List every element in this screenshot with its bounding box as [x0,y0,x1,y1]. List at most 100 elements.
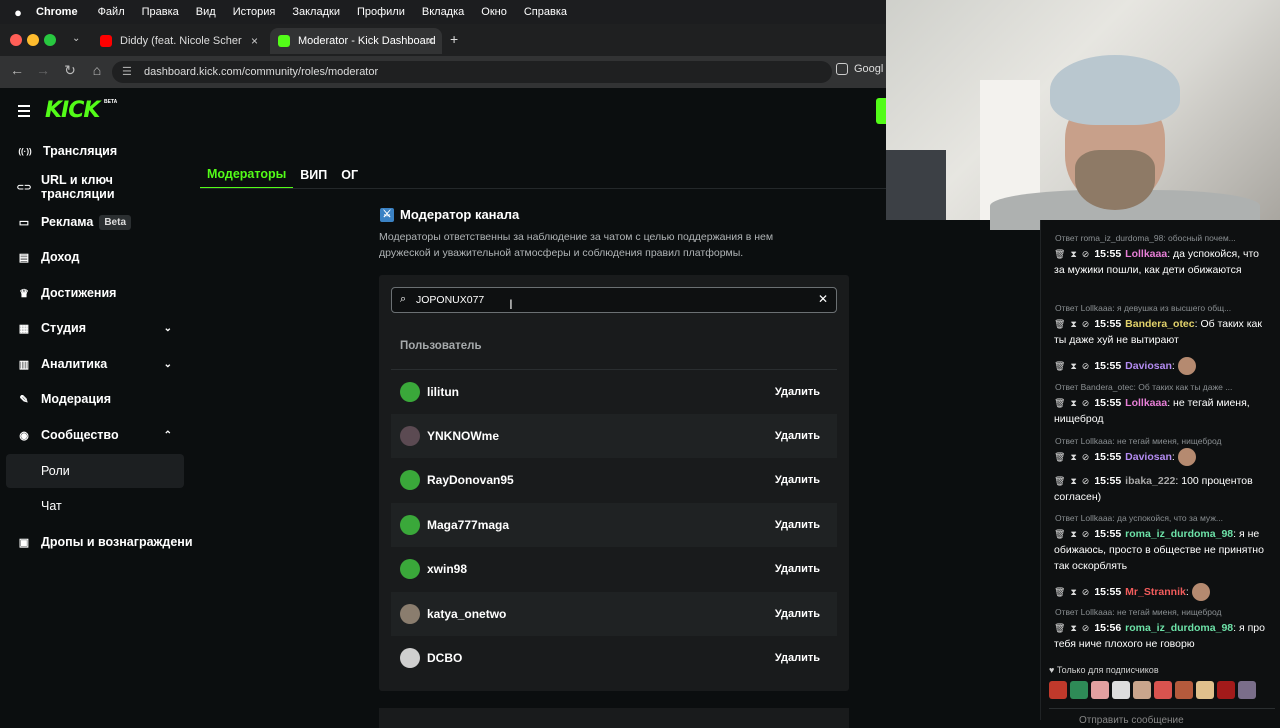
chat-username[interactable]: Mr_Strannik [1125,586,1186,598]
menu-app[interactable]: Chrome [36,6,78,18]
tab-moderators[interactable]: Модераторы [200,160,294,189]
sidebar-item-income[interactable]: ▤ Доход [6,240,184,274]
ban-icon[interactable]: ⊘ [1082,319,1090,329]
emote-icon[interactable] [1070,681,1088,699]
delete-icon[interactable]: 🗑 [1054,249,1065,259]
tab-list-chevron-icon[interactable]: ⌄ [72,33,80,44]
timeout-icon[interactable]: ⧗ [1070,361,1076,371]
tab-close-icon[interactable]: × [251,34,258,48]
timeout-icon[interactable]: ⧗ [1070,623,1076,633]
chat-username[interactable]: Bandera_otec [1125,318,1194,330]
sidebar-item-url-key[interactable]: ⊂⊃ URL и ключ трансляции [6,170,184,204]
emote-icon[interactable] [1049,681,1067,699]
menu-bookmarks[interactable]: Закладки [292,6,340,18]
remove-moderator-button[interactable]: Удалить [775,430,820,442]
chat-username[interactable]: Lollkaaa [1125,397,1167,409]
site-settings-icon[interactable]: ☰ [122,65,132,78]
delete-icon[interactable]: 🗑 [1054,623,1065,633]
forward-icon[interactable]: → [33,62,53,78]
emote-icon[interactable] [1175,681,1193,699]
emote-icon[interactable] [1217,681,1235,699]
menu-history[interactable]: История [233,6,276,18]
tab-og[interactable]: ОГ [334,160,365,189]
chat-username[interactable]: roma_iz_durdoma_98 [1125,622,1233,634]
ban-icon[interactable]: ⊘ [1082,249,1090,259]
emote-icon[interactable] [1091,681,1109,699]
chat-username[interactable]: Lollkaaa [1125,248,1167,260]
remove-moderator-button[interactable]: Удалить [775,519,820,531]
menu-view[interactable]: Вид [196,6,216,18]
window-zoom-button[interactable] [44,34,56,46]
chat-username[interactable]: ibaka_222 [1125,475,1175,487]
tab-close-icon[interactable]: × [427,34,434,48]
menu-help[interactable]: Справка [524,6,567,18]
timeout-icon[interactable]: ⧗ [1070,398,1076,408]
delete-icon[interactable]: 🗑 [1054,319,1065,329]
reload-icon[interactable]: ↻ [60,62,80,79]
menu-profiles[interactable]: Профили [357,6,405,18]
ban-icon[interactable]: ⊘ [1082,361,1090,371]
remove-moderator-button[interactable]: Удалить [775,474,820,486]
chat-username[interactable]: roma_iz_durdoma_98 [1125,528,1233,540]
remove-moderator-button[interactable]: Удалить [775,652,820,664]
timeout-icon[interactable]: ⧗ [1070,249,1076,259]
delete-icon[interactable]: 🗑 [1054,361,1065,371]
sidebar-item-studio[interactable]: ▦ Студия ⌄ [6,311,184,345]
sidebar-item-drops[interactable]: ▣ Дропы и вознаграждени [6,525,196,559]
sidebar-item-achievements[interactable]: ♛ Достижения [6,276,184,310]
ban-icon[interactable]: ⊘ [1082,623,1090,633]
remove-moderator-button[interactable]: Удалить [775,386,820,398]
timeout-icon[interactable]: ⧗ [1070,476,1076,486]
sidebar-item-ads[interactable]: ▭ Реклама Beta [6,205,184,239]
browser-tab-youtube[interactable]: Diddy (feat. Nicole Scherzinger × [92,28,266,54]
sidebar-item-roles[interactable]: Роли [6,454,184,488]
google-lens-chip[interactable]: Googl [836,63,883,75]
back-icon[interactable]: ← [7,62,27,78]
delete-icon[interactable]: 🗑 [1054,529,1065,539]
timeout-icon[interactable]: ⧗ [1070,452,1076,462]
search-input[interactable]: JOPONUX077 [391,287,837,313]
delete-icon[interactable]: 🗑 [1054,398,1065,408]
ban-icon[interactable]: ⊘ [1082,529,1090,539]
new-tab-button[interactable]: + [450,31,458,47]
remove-moderator-button[interactable]: Удалить [775,608,820,620]
sidebar-item-broadcast[interactable]: ((·)) Трансляция [6,134,184,168]
delete-icon[interactable]: 🗑 [1054,587,1065,597]
home-icon[interactable]: ⌂ [87,62,107,78]
header-action-button[interactable] [876,98,886,124]
chat-username[interactable]: Daviosan [1125,451,1172,463]
menu-file[interactable]: Файл [98,6,125,18]
kick-logo[interactable]: KICK [45,98,100,123]
emote-icon[interactable] [1154,681,1172,699]
emote-icon[interactable] [1196,681,1214,699]
emote-icon[interactable] [1133,681,1151,699]
window-close-button[interactable] [10,34,22,46]
chat-username[interactable]: Daviosan [1125,360,1172,372]
tab-vip[interactable]: ВИП [293,160,334,189]
ban-icon[interactable]: ⊘ [1082,587,1090,597]
timeout-icon[interactable]: ⧗ [1070,319,1076,329]
emote-icon[interactable] [1112,681,1130,699]
sidebar-item-community[interactable]: ◉ Сообщество ⌃ [6,418,184,452]
delete-icon[interactable]: 🗑 [1054,452,1065,462]
menu-edit[interactable]: Правка [142,6,179,18]
menu-window[interactable]: Окно [481,6,507,18]
sidebar-item-chat[interactable]: Чат [6,489,184,523]
timeout-icon[interactable]: ⧗ [1070,587,1076,597]
chat-input[interactable]: Отправить сообщение [1049,708,1275,728]
window-minimize-button[interactable] [27,34,39,46]
sidebar-item-analytics[interactable]: ▥ Аналитика ⌄ [6,347,184,381]
close-icon[interactable]: ✕ [818,292,828,306]
browser-tab-kick[interactable]: Moderator - Kick Dashboard × [270,28,442,54]
ban-icon[interactable]: ⊘ [1082,398,1090,408]
remove-moderator-button[interactable]: Удалить [775,563,820,575]
menu-tab[interactable]: Вкладка [422,6,464,18]
address-bar[interactable]: dashboard.kick.com/community/roles/moder… [112,61,832,83]
apple-icon[interactable]: ● [0,5,36,20]
emote-icon[interactable] [1238,681,1256,699]
menu-icon[interactable] [18,105,30,120]
ban-icon[interactable]: ⊘ [1082,476,1090,486]
delete-icon[interactable]: 🗑 [1054,476,1065,486]
ban-icon[interactable]: ⊘ [1082,452,1090,462]
sidebar-item-moderation[interactable]: ✎ Модерация [6,382,184,416]
